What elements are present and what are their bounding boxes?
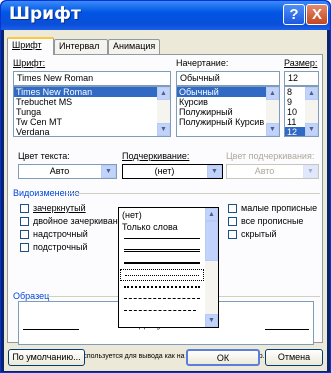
- scroll-up-icon[interactable]: ▲: [305, 87, 318, 100]
- underline-option-none[interactable]: (нет): [120, 209, 204, 221]
- size-list[interactable]: 8 9 10 11 12 ▲ ▼: [284, 86, 319, 137]
- scroll-up-icon[interactable]: ▲: [205, 208, 218, 221]
- underline-color-value: Авто: [254, 166, 275, 176]
- underline-option-single[interactable]: [120, 233, 204, 245]
- checkbox-label: подстрочный: [33, 242, 88, 252]
- option-label: Только слова: [122, 222, 178, 232]
- checkbox-box[interactable]: [20, 243, 29, 252]
- size-label: Размер:: [284, 58, 318, 68]
- checkbox-box[interactable]: [20, 204, 29, 213]
- font-list[interactable]: Times New Roman Trebuchet MS Tunga Tw Ce…: [13, 86, 171, 137]
- font-list-item[interactable]: Tunga: [14, 107, 170, 117]
- font-list-scrollbar[interactable]: ▲ ▼: [157, 87, 170, 136]
- title-bar[interactable]: Шрифт ? X: [1, 1, 330, 30]
- scroll-thumb[interactable]: [205, 221, 218, 261]
- font-label: Шрифт:: [13, 58, 46, 68]
- scroll-down-icon[interactable]: ▼: [305, 123, 318, 136]
- tab-font[interactable]: Шрифт: [7, 37, 54, 55]
- subscript-checkbox[interactable]: подстрочный: [20, 242, 88, 252]
- dashed-line-sample: [124, 298, 200, 299]
- scroll-up-icon[interactable]: ▲: [157, 87, 170, 100]
- underline-option-thick[interactable]: [120, 257, 204, 269]
- underline-color-label: Цвет подчеркивания:: [226, 151, 315, 161]
- style-list-item[interactable]: Полужирный: [177, 107, 279, 117]
- font-list-item[interactable]: Trebuchet MS: [14, 97, 170, 107]
- checkbox-label: все прописные: [241, 216, 304, 226]
- style-list-item[interactable]: Полужирный Курсив: [177, 117, 279, 127]
- chevron-down-icon[interactable]: ▼: [207, 165, 222, 178]
- scroll-down-icon[interactable]: ▼: [205, 314, 218, 327]
- underline-option-words[interactable]: Только слова: [120, 221, 204, 233]
- underline-option-dash-long[interactable]: [120, 305, 204, 317]
- checkbox-box[interactable]: [228, 204, 237, 213]
- underline-option-dashed[interactable]: [120, 293, 204, 305]
- size-input[interactable]: 12: [284, 71, 319, 86]
- default-button[interactable]: По умолчанию...: [8, 349, 85, 366]
- font-dialog: Шрифт ? X Шрифт Интервал Анимация Шрифт:…: [0, 0, 331, 373]
- checkbox-label: двойное зачеркивание: [33, 216, 122, 226]
- checkbox-box[interactable]: [20, 230, 29, 239]
- checkbox-box[interactable]: [228, 230, 237, 239]
- font-list-item[interactable]: Tw Cen MT: [14, 117, 170, 127]
- preview-group-label: Образец: [13, 291, 50, 301]
- close-button[interactable]: X: [306, 4, 328, 25]
- underline-select[interactable]: (нет) ▼: [122, 164, 223, 179]
- chevron-down-icon[interactable]: ▼: [101, 165, 116, 178]
- double-strikethrough-checkbox[interactable]: двойное зачеркивание: [20, 216, 122, 226]
- text-color-label: Цвет текста:: [18, 151, 70, 161]
- style-input[interactable]: Обычный: [176, 71, 280, 86]
- double-line-sample: [124, 249, 200, 252]
- underline-color-select: Авто ▼: [226, 164, 319, 179]
- text-color-value: Авто: [49, 166, 70, 176]
- underline-value: (нет): [154, 166, 175, 176]
- underline-label: Подчеркивание:: [122, 151, 190, 161]
- style-list[interactable]: Обычный Курсив Полужирный Полужирный Кур…: [176, 86, 280, 137]
- dialog-body: Шрифт Интервал Анимация Шрифт: Times New…: [4, 30, 327, 371]
- checkbox-label: зачеркнутый: [33, 203, 86, 213]
- dialog-title: Шрифт: [9, 4, 81, 24]
- underline-option-dotted-heavy[interactable]: [120, 281, 204, 293]
- cancel-button[interactable]: Отмена: [265, 349, 323, 366]
- checkbox-label: надстрочный: [33, 229, 88, 239]
- scroll-down-icon[interactable]: ▼: [266, 123, 279, 136]
- dropdown-scrollbar[interactable]: ▲ ▼: [205, 208, 218, 327]
- hidden-checkbox[interactable]: скрытый: [228, 229, 277, 239]
- superscript-checkbox[interactable]: надстрочный: [20, 229, 88, 239]
- tab-spacing[interactable]: Интервал: [54, 39, 108, 54]
- solid-line-sample: [124, 238, 200, 239]
- font-input[interactable]: Times New Roman: [13, 71, 171, 86]
- font-list-item[interactable]: Times New Roman: [14, 87, 170, 97]
- style-list-scrollbar[interactable]: ▲ ▼: [266, 87, 279, 136]
- thick-line-sample: [124, 262, 200, 264]
- checkbox-box[interactable]: [20, 217, 29, 226]
- underline-option-dotted[interactable]: [120, 269, 204, 281]
- all-caps-checkbox[interactable]: все прописные: [228, 216, 303, 226]
- dotted-line-sample: [125, 275, 199, 276]
- strikethrough-checkbox[interactable]: зачеркнутый: [20, 203, 86, 213]
- small-caps-checkbox[interactable]: малые прописные: [228, 203, 317, 213]
- checkbox-box[interactable]: [228, 217, 237, 226]
- help-button[interactable]: ?: [283, 4, 305, 25]
- option-label: (нет): [122, 210, 142, 220]
- checkbox-label: скрытый: [241, 229, 277, 239]
- underline-dropdown-list[interactable]: (нет) Только слова ▲ ▼: [118, 207, 219, 328]
- style-list-item[interactable]: Курсив: [177, 97, 279, 107]
- ok-button[interactable]: ОК: [186, 349, 260, 366]
- long-dash-line-sample: [124, 310, 196, 311]
- heavy-dotted-line-sample: [124, 286, 200, 288]
- font-list-item[interactable]: Verdana: [14, 127, 170, 136]
- size-list-scrollbar[interactable]: ▲ ▼: [305, 87, 318, 136]
- underline-option-double[interactable]: [120, 245, 204, 257]
- text-color-select[interactable]: Авто ▼: [18, 164, 117, 179]
- group-divider: [66, 193, 320, 194]
- style-label: Начертание:: [176, 58, 229, 68]
- checkbox-label: малые прописные: [241, 203, 318, 213]
- style-list-item[interactable]: Обычный: [177, 87, 279, 97]
- chevron-down-icon: ▼: [303, 165, 318, 178]
- scroll-up-icon[interactable]: ▲: [266, 87, 279, 100]
- scroll-down-icon[interactable]: ▼: [157, 123, 170, 136]
- preview-rule-right: [265, 329, 309, 330]
- tab-animation[interactable]: Анимация: [108, 39, 160, 54]
